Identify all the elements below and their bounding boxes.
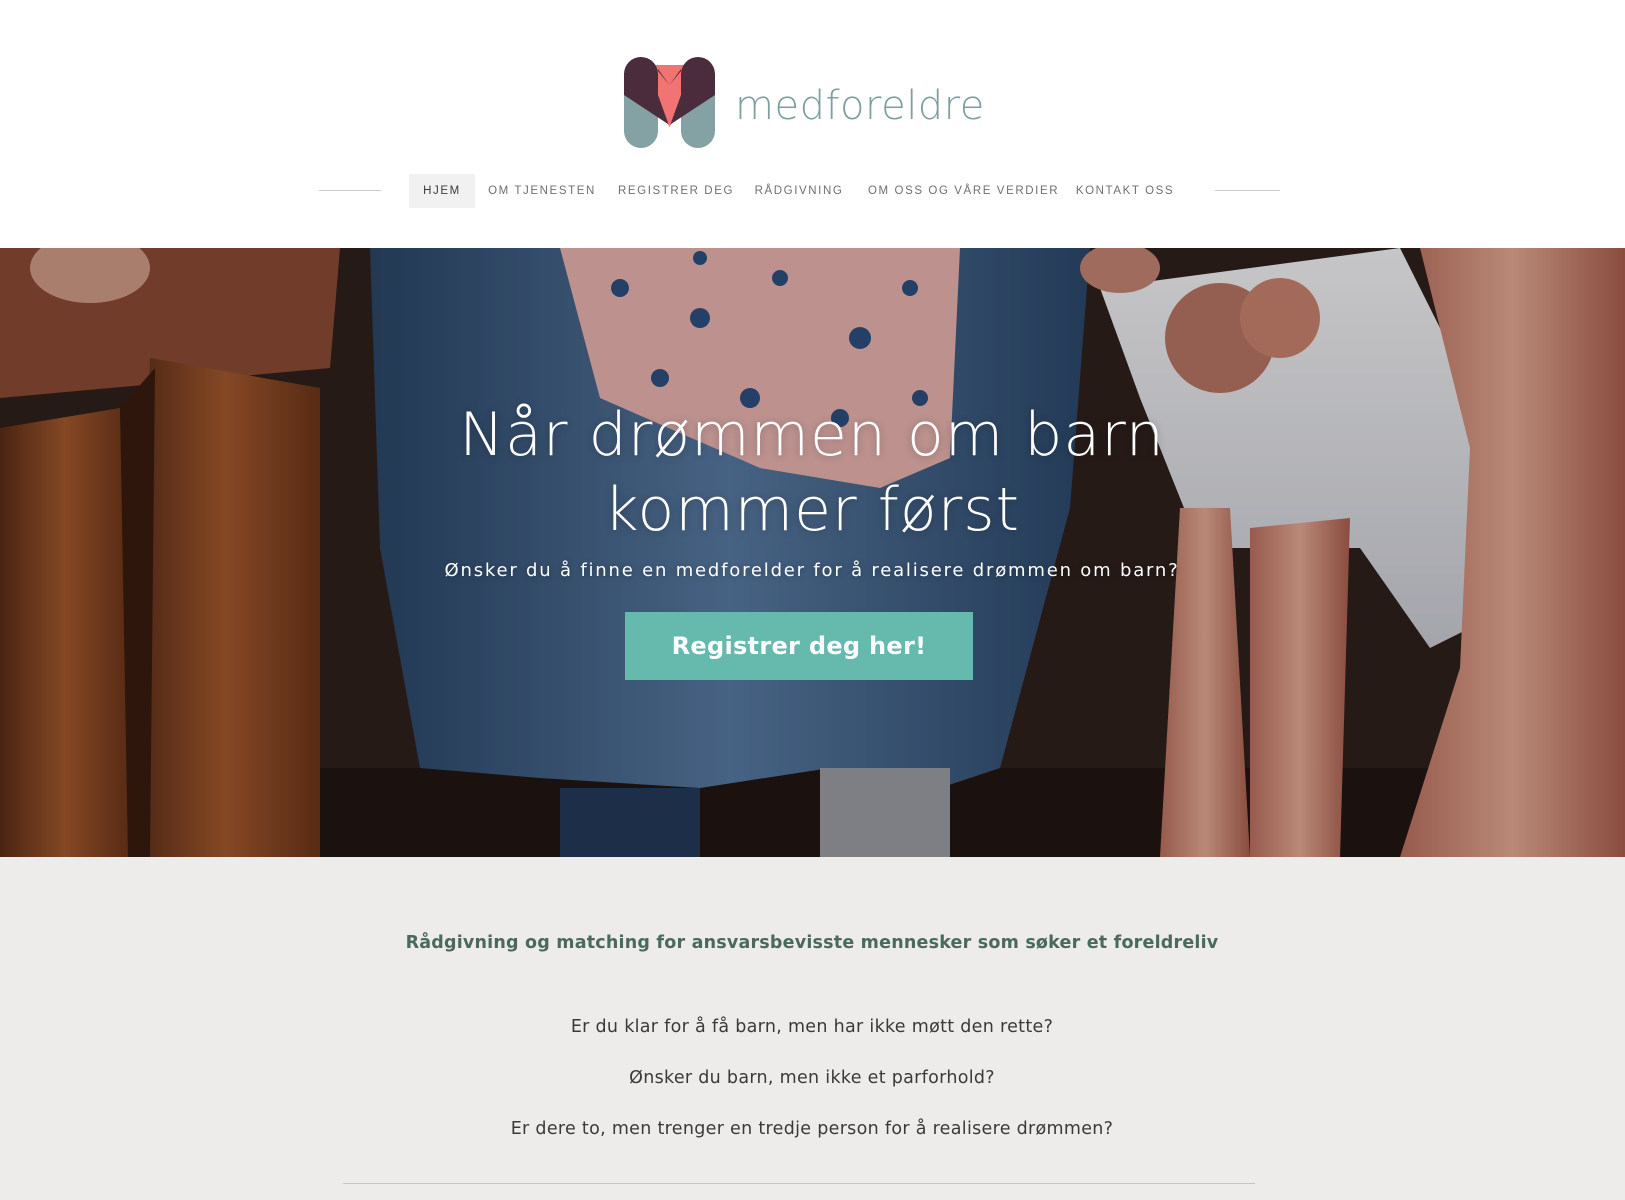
- main-navigation: HJEM OM TJENESTEN REGISTRER DEG RÅDGIVNI…: [0, 174, 1625, 208]
- site-header: medforeldre HJEM OM TJENESTEN REGISTRER …: [0, 0, 1625, 248]
- nav-item-om-tjenesten[interactable]: OM TJENESTEN: [488, 174, 596, 208]
- nav-item-kontakt-oss[interactable]: KONTAKT OSS: [1075, 174, 1175, 208]
- nav-item-registrer-deg[interactable]: REGISTRER DEG: [618, 174, 732, 208]
- hero-title-line-2: kommer først: [603, 475, 1021, 545]
- logo-home-link[interactable]: medforeldre: [622, 55, 985, 150]
- nav-item-hjem[interactable]: HJEM: [409, 174, 475, 208]
- intro-question-1: Er du klar for å få barn, men har ikke m…: [570, 1017, 1054, 1037]
- medforeldre-logo-icon: [624, 57, 715, 148]
- intro-heading: Rådgivning og matching for ansvarsbeviss…: [405, 933, 1219, 953]
- intro-question-2: Ønsker du barn, men ikke et parforhold?: [629, 1068, 995, 1088]
- hero-section: Når drømmen om barn kommer først Ønsker …: [0, 248, 1625, 857]
- intro-section: Rådgivning og matching for ansvarsbeviss…: [0, 857, 1625, 1200]
- section-divider: [343, 1183, 1255, 1184]
- hero-subtitle: Ønsker du å finne en medforelder for å r…: [444, 560, 1180, 581]
- nav-item-radgivning[interactable]: RÅDGIVNING: [752, 174, 846, 208]
- nav-decor-line-left: [319, 190, 381, 191]
- register-cta-button[interactable]: Registrer deg her!: [625, 612, 973, 680]
- hero-title-line-1: Når drømmen om barn: [459, 400, 1165, 470]
- hero-title: Når drømmen om barn kommer først: [312, 398, 1312, 548]
- nav-item-om-oss[interactable]: OM OSS OG VÅRE VERDIER: [868, 174, 1058, 208]
- intro-question-3: Er dere to, men trenger en tredje person…: [510, 1119, 1114, 1139]
- brand-wordmark: medforeldre: [735, 82, 985, 129]
- hero-overlay: [0, 248, 1625, 857]
- nav-decor-line-right: [1215, 190, 1280, 191]
